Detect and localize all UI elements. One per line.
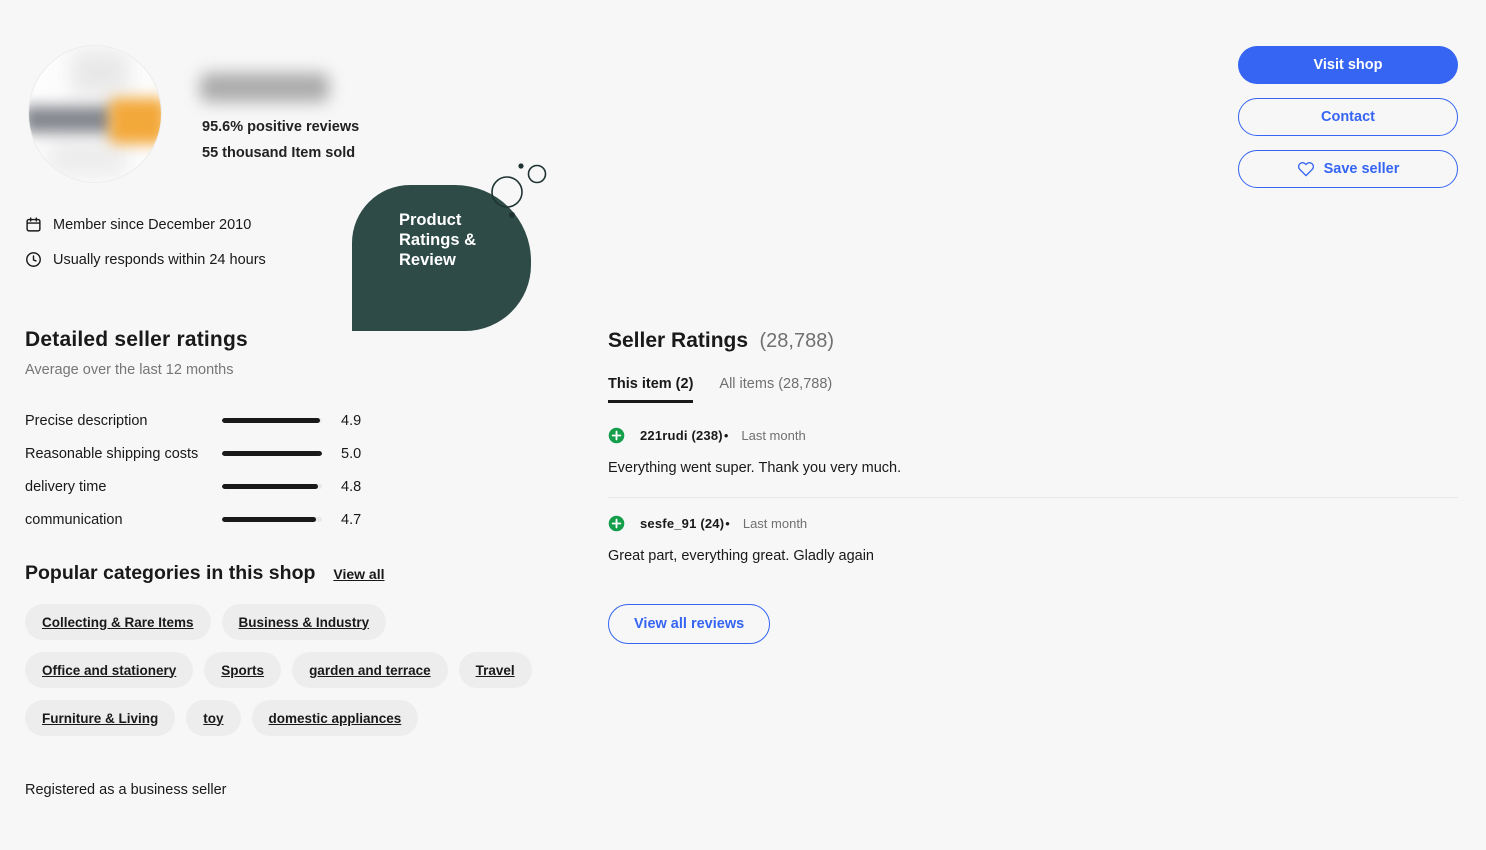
contact-label: Contact — [1321, 109, 1375, 125]
review-username[interactable]: 221rudi (238) — [640, 428, 723, 443]
category-pill-row: Office and stationery Sports garden and … — [25, 652, 585, 688]
review-separator: • — [724, 428, 729, 443]
category-pill[interactable]: Sports — [204, 652, 281, 688]
rating-value: 5.0 — [341, 446, 361, 462]
category-pill[interactable]: Furniture & Living — [25, 700, 175, 736]
positive-feedback-icon — [608, 515, 625, 532]
detailed-ratings-subtitle: Average over the last 12 months — [25, 362, 385, 378]
member-since-row: Member since December 2010 — [25, 216, 251, 233]
heart-icon — [1297, 160, 1315, 178]
category-pill-row: Collecting & Rare Items Business & Indus… — [25, 604, 585, 640]
rating-bar-fill — [222, 451, 322, 456]
category-pill[interactable]: Business & Industry — [222, 604, 387, 640]
contact-button[interactable]: Contact — [1238, 98, 1458, 136]
member-since-label: Member since December 2010 — [53, 217, 251, 233]
view-all-reviews-label: View all reviews — [634, 616, 744, 632]
rating-value: 4.8 — [341, 479, 361, 495]
rating-bar — [222, 451, 322, 456]
detailed-seller-ratings-section: Detailed seller ratings Average over the… — [25, 328, 385, 536]
visit-shop-button[interactable]: Visit shop — [1238, 46, 1458, 84]
response-time-label: Usually responds within 24 hours — [53, 252, 266, 268]
rating-label: Precise description — [25, 413, 222, 429]
save-seller-label: Save seller — [1324, 161, 1400, 177]
category-pill-row: Furniture & Living toy domestic applianc… — [25, 700, 585, 736]
seller-ratings-count: (28,788) — [760, 330, 835, 352]
seller-ratings-section: Seller Ratings (28,788) This item (2) Al… — [608, 329, 1458, 644]
category-pill[interactable]: garden and terrace — [292, 652, 448, 688]
view-all-categories-link[interactable]: View all — [333, 566, 384, 582]
registered-business-note: Registered as a business seller — [25, 782, 227, 798]
review-username[interactable]: sesfe_91 (24) — [640, 516, 724, 531]
review-item: sesfe_91 (24) • Last month Great part, e… — [608, 515, 1458, 564]
seller-ratings-header: Seller Ratings (28,788) — [608, 329, 1458, 353]
detailed-ratings-title: Detailed seller ratings — [25, 328, 385, 352]
rating-bar-fill — [222, 484, 318, 489]
view-all-reviews-button[interactable]: View all reviews — [608, 604, 770, 644]
review-timestamp: Last month — [741, 428, 805, 443]
response-time-row: Usually responds within 24 hours — [25, 251, 266, 268]
category-pill[interactable]: Office and stationery — [25, 652, 193, 688]
tab-this-item[interactable]: This item (2) — [608, 376, 693, 403]
items-sold-stat: 55 thousand Item sold — [202, 145, 355, 161]
review-item: 221rudi (238) • Last month Everything we… — [608, 427, 1458, 476]
rating-label: communication — [25, 512, 222, 528]
rating-bar — [222, 484, 322, 489]
category-pill[interactable]: toy — [186, 700, 240, 736]
review-text: Everything went super. Thank you very mu… — [608, 460, 1458, 476]
rating-value: 4.7 — [341, 512, 361, 528]
rating-label: Reasonable shipping costs — [25, 446, 222, 462]
review-divider — [608, 497, 1458, 498]
categories-title: Popular categories in this shop — [25, 562, 315, 585]
ratings-tabs: This item (2) All items (28,788) — [608, 376, 1458, 403]
rating-bar — [222, 517, 322, 522]
rating-rows: Precise description 4.9 Reasonable shipp… — [25, 404, 385, 536]
categories-header: Popular categories in this shop View all — [25, 562, 585, 585]
positive-feedback-icon — [608, 427, 625, 444]
category-pill[interactable]: domestic appliances — [252, 700, 419, 736]
rating-row: Precise description 4.9 — [25, 404, 385, 437]
review-text: Great part, everything great. Gladly aga… — [608, 548, 1458, 564]
review-header: sesfe_91 (24) • Last month — [608, 515, 1458, 532]
visit-shop-label: Visit shop — [1313, 57, 1382, 73]
popular-categories-section: Popular categories in this shop View all… — [25, 562, 585, 736]
avatar-blur-shape — [109, 98, 162, 144]
rating-value: 4.9 — [341, 413, 361, 429]
seller-name-blurred — [200, 73, 329, 102]
rating-row: delivery time 4.8 — [25, 470, 385, 503]
review-timestamp: Last month — [743, 516, 807, 531]
rating-label: delivery time — [25, 479, 222, 495]
positive-reviews-stat: 95.6% positive reviews — [202, 119, 359, 135]
category-pill[interactable]: Travel — [459, 652, 532, 688]
review-separator: • — [725, 516, 730, 531]
rating-bar-fill — [222, 418, 320, 423]
avatar-blur-shape — [47, 138, 127, 178]
category-pill[interactable]: Collecting & Rare Items — [25, 604, 211, 640]
review-header: 221rudi (238) • Last month — [608, 427, 1458, 444]
clock-icon — [25, 251, 42, 268]
save-seller-button[interactable]: Save seller — [1238, 150, 1458, 188]
tab-all-items[interactable]: All items (28,788) — [719, 376, 832, 403]
rating-row: Reasonable shipping costs 5.0 — [25, 437, 385, 470]
seller-avatar — [28, 45, 162, 183]
seller-ratings-title: Seller Ratings — [608, 329, 748, 352]
rating-bar — [222, 418, 322, 423]
calendar-icon — [25, 216, 42, 233]
seller-profile-page: 95.6% positive reviews 55 thousand Item … — [0, 0, 1486, 850]
decorative-circles — [486, 158, 554, 224]
avatar-blur-shape — [28, 106, 115, 133]
rating-row: communication 4.7 — [25, 503, 385, 536]
rating-bar-fill — [222, 517, 316, 522]
avatar-blur-shape — [71, 50, 129, 96]
